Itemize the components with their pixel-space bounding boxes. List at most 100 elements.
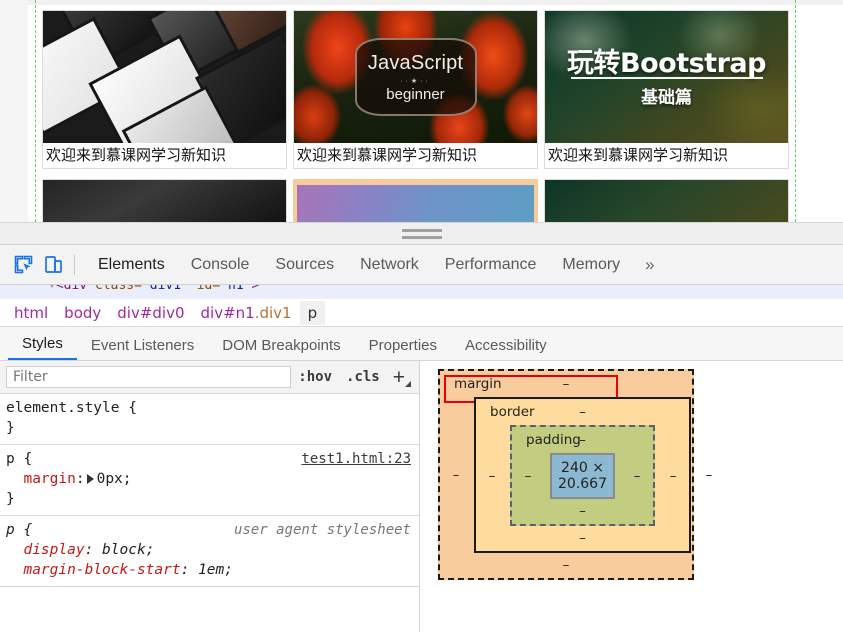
box-model-margin[interactable]: margin – – border – – padding – – 240 × … <box>438 369 712 580</box>
tab-console[interactable]: Console <box>178 245 263 285</box>
toolbar-separator <box>74 254 75 275</box>
plaque-title: JavaScript <box>367 51 464 74</box>
dom-attr-class-value: "div1" <box>141 285 189 293</box>
computed-box-model-pane: margin – – border – – padding – – 240 × … <box>420 361 843 632</box>
expand-shorthand-icon[interactable] <box>86 473 94 484</box>
layout-guide-right <box>795 0 796 222</box>
box-model-padding[interactable]: padding – – 240 × 20.667 – – <box>510 425 655 526</box>
border-bottom-value[interactable]: – <box>484 530 681 547</box>
layout-guide-left <box>35 0 36 222</box>
card-grid-row-clipped <box>42 179 790 222</box>
plus-icon: + <box>392 365 405 389</box>
border-top-value[interactable]: – <box>579 404 586 420</box>
tab-dom-breakpoints[interactable]: DOM Breakpoints <box>208 337 354 360</box>
tab-sources[interactable]: Sources <box>262 245 347 285</box>
tab-styles[interactable]: Styles <box>8 335 77 360</box>
css-rule-element-style[interactable]: element.style { } <box>0 394 419 445</box>
box-model-diagram: margin – – border – – padding – – 240 × … <box>438 369 712 580</box>
css-declaration[interactable]: display: block; <box>6 540 413 560</box>
css-declaration[interactable]: margin: 0px; <box>6 469 413 489</box>
viewport-top-edge <box>0 0 843 5</box>
tab-network[interactable]: Network <box>347 245 432 285</box>
dom-tag-name: div <box>63 285 88 293</box>
breadcrumb-item-n1[interactable]: div#n1.div1 <box>193 301 300 325</box>
tab-accessibility[interactable]: Accessibility <box>451 337 561 360</box>
margin-bottom-value[interactable]: – <box>448 557 684 574</box>
inspect-element-icon[interactable] <box>8 251 38 279</box>
margin-left-value[interactable]: – <box>448 467 464 483</box>
devtools-tabs: Elements Console Sources Network Perform… <box>85 245 667 285</box>
card-caption: 欢迎来到慕课网学习新知识 <box>46 146 227 164</box>
box-model-content-size[interactable]: 240 × 20.667 <box>550 453 615 499</box>
box-model-border-label: border <box>490 404 535 420</box>
css-declaration[interactable]: margin-block-start: 1em; <box>6 560 413 580</box>
hover-state-button[interactable]: :hov <box>291 369 339 385</box>
breadcrumb-label: div#n1 <box>200 303 255 322</box>
breadcrumb-item-html[interactable]: html <box>6 301 56 325</box>
card-caption: 欢迎来到慕课网学习新知识 <box>548 146 729 164</box>
thumbnail-rule <box>571 77 763 79</box>
breadcrumb: html body div#div0 div#n1.div1 p <box>0 299 843 327</box>
css-close-brace: } <box>6 420 15 436</box>
padding-bottom-value[interactable]: – <box>520 503 645 520</box>
tab-memory[interactable]: Memory <box>549 245 633 285</box>
more-tabs-icon[interactable]: » <box>633 255 666 275</box>
devtools-panel: Elements Console Sources Network Perform… <box>0 244 843 632</box>
padding-left-value[interactable]: – <box>520 468 536 484</box>
magazine-collage-thumbnail <box>43 11 286 143</box>
splitter-grip-icon[interactable] <box>401 229 442 243</box>
breadcrumb-item-body[interactable]: body <box>56 301 109 325</box>
tab-elements[interactable]: Elements <box>85 245 178 285</box>
css-property[interactable]: margin-block-start <box>23 562 180 578</box>
tab-event-listeners[interactable]: Event Listeners <box>77 337 208 360</box>
device-toolbar-icon[interactable] <box>38 251 68 279</box>
css-value[interactable]: block; <box>102 542 154 558</box>
card-grid: 欢迎来到慕课网学习新知识 JavaScript ··★·· beginner 欢… <box>42 10 790 222</box>
dom-attr-id-value: "n1" <box>220 285 252 293</box>
thumbnail-subtitle: 基础篇 <box>641 88 692 108</box>
card-item[interactable]: 欢迎来到慕课网学习新知识 <box>42 10 287 169</box>
card-item[interactable]: 玩转Bootstrap 基础篇 欢迎来到慕课网学习新知识 <box>544 10 789 169</box>
dom-expand-marker[interactable]: ▾ <box>48 285 56 293</box>
dom-open-bracket: < <box>55 285 64 293</box>
css-value[interactable]: 1em; <box>198 562 233 578</box>
breadcrumb-item-div0[interactable]: div#div0 <box>109 301 192 325</box>
css-value[interactable]: 0px; <box>97 471 132 487</box>
card-item-highlighted[interactable] <box>293 179 538 222</box>
tab-properties[interactable]: Properties <box>355 337 451 360</box>
css-rule-p-author[interactable]: test1.html:23 p { margin: 0px; } <box>0 445 419 516</box>
css-property[interactable]: display <box>23 542 84 558</box>
margin-top-value[interactable]: – <box>563 376 570 392</box>
devtools-toolbar: Elements Console Sources Network Perform… <box>0 245 843 285</box>
dom-tree-clipped-row[interactable]: ▾<div class="div1" id="n1"> <box>0 285 843 299</box>
styles-panes: :hov .cls + element.style { } test1.html… <box>0 361 843 632</box>
viewport-left-gutter <box>0 0 28 222</box>
border-right-value[interactable]: – <box>665 468 681 484</box>
user-agent-stylesheet-label: user agent stylesheet <box>233 522 411 538</box>
tab-performance[interactable]: Performance <box>432 245 550 285</box>
class-editor-button[interactable]: .cls <box>339 369 387 385</box>
border-left-value[interactable]: – <box>484 468 500 484</box>
margin-right-value[interactable]: – <box>701 467 717 483</box>
box-model-margin-label: margin <box>454 376 502 392</box>
card-caption: 欢迎来到慕课网学习新知识 <box>297 146 478 164</box>
search-input[interactable] <box>6 366 292 388</box>
stylesheet-source-link[interactable]: test1.html:23 <box>301 449 411 469</box>
styles-pane: :hov .cls + element.style { } test1.html… <box>0 361 420 632</box>
thumbnail-title: 玩转Bootstrap <box>567 48 766 79</box>
styles-sub-tabs: Styles Event Listeners DOM Breakpoints P… <box>0 327 843 361</box>
box-model-border[interactable]: border – – padding – – 240 × 20.667 – – … <box>474 397 691 553</box>
breadcrumb-class: .div1 <box>254 303 292 322</box>
css-rule-p-useragent[interactable]: user agent stylesheet p { display: block… <box>0 516 419 587</box>
devtools-splitter[interactable] <box>0 222 843 244</box>
padding-right-value[interactable]: – <box>629 468 645 484</box>
padding-top-value[interactable]: – <box>579 432 586 448</box>
new-style-rule-button[interactable]: + <box>387 367 413 388</box>
highlighted-thumbnail <box>297 185 534 222</box>
card-item[interactable]: JavaScript ··★·· beginner 欢迎来到慕课网学习新知识 <box>293 10 538 169</box>
css-property[interactable]: margin <box>23 471 75 487</box>
box-model-padding-label: padding <box>526 432 581 448</box>
breadcrumb-item-p[interactable]: p <box>299 300 326 325</box>
card-item-clipped[interactable] <box>42 179 287 222</box>
card-item-clipped[interactable] <box>544 179 789 222</box>
